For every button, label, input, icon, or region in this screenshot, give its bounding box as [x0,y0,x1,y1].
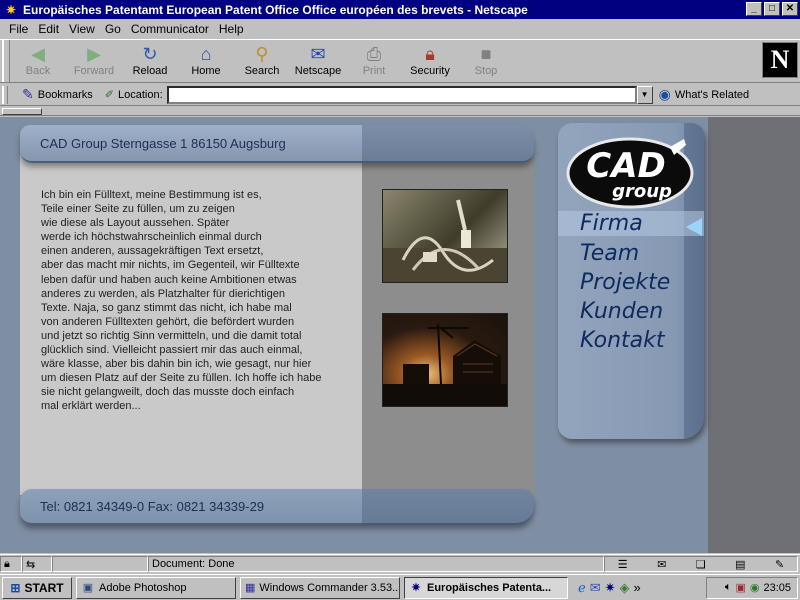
page-margin [708,117,800,553]
system-tray: 🔈︎ ▣ ◉ 23:05 [706,576,798,599]
window-titlebar: ✷ Europäisches Patentamt European Patent… [0,0,800,19]
mail-icon[interactable]: ✉ [657,558,666,571]
company-address: CAD Group Sterngasse 1 86150 Augsburg [40,135,286,151]
progress-cell [52,556,148,572]
bookmarks-icon: ✎ [22,86,34,102]
home-icon: ⌂ [200,43,212,64]
security-lock-icon[interactable]: 🔒︎ [0,556,22,572]
volume-icon[interactable]: 🔈︎ [725,581,732,594]
toolbar-collapse-tab[interactable] [2,108,42,115]
netscape-quick-icon[interactable]: ✷ [605,580,616,596]
component-bar: ☰ ✉ ❏ ▤ ✎ [604,556,798,572]
nav-item-projekte[interactable]: Projekte [580,270,670,295]
quick-launch-more[interactable]: » [634,580,641,595]
location-input[interactable] [166,85,637,104]
back-button[interactable]: ◀ Back [10,40,66,80]
forward-icon: ▶ [87,43,101,64]
close-button[interactable]: ✕ [782,2,798,16]
menu-view[interactable]: View [64,22,100,36]
security-button[interactable]: 🔒︎ Security [402,40,458,80]
window-controls: _ □ ✕ [746,2,798,16]
menu-go[interactable]: Go [100,22,126,36]
netscape-logo[interactable]: N [762,42,798,78]
photoshop-icon: ▣ [82,582,94,594]
stop-icon: ■ [480,43,492,64]
cad-group-logo[interactable]: CAD group [566,133,694,213]
back-icon: ◀ [31,43,45,64]
netscape-button[interactable]: ✉ Netscape [290,40,346,80]
windows-logo-icon: ⊞ [10,580,21,595]
outlook-icon[interactable]: ✉ [590,580,601,596]
location-label: ✐ Location: [104,88,163,102]
quick-launch: ℯ ✉ ✷ ◈ » [578,580,641,596]
contact-bar: Tel: 0821 34349-0 Fax: 0821 34339-29 [20,489,534,525]
collapsed-toolbar-strip [0,107,800,116]
network-icon[interactable]: ◉ [750,581,760,594]
filler-text: Ich bin ein Fülltext, meine Bestimmung i… [41,189,322,413]
menu-help[interactable]: Help [214,22,249,36]
composer-icon[interactable]: ✎ [775,558,784,571]
stop-button[interactable]: ■ Stop [458,40,514,80]
location-dropdown-button[interactable]: ▼ [636,85,653,104]
page-proxy-icon[interactable]: ✐ [105,88,114,101]
menu-bar: File Edit View Go Communicator Help [0,19,800,38]
maximize-button[interactable]: □ [764,2,780,16]
svg-text:group: group [612,181,672,202]
page-viewport: CAD Group Sterngasse 1 86150 Augsburg Ic… [0,117,800,553]
netscape-task-icon: ✷ [411,582,421,594]
status-text: Document: Done [148,556,604,572]
menu-edit[interactable]: Edit [33,22,64,36]
security-icon: 🔒︎ [425,43,435,64]
reload-icon: ↻ [142,43,158,64]
minimize-button[interactable]: _ [746,2,762,16]
nav-item-kontakt[interactable]: Kontakt [580,328,665,353]
status-bar: 🔒︎ ⇆ Document: Done ☰ ✉ ❏ ▤ ✎ [0,554,800,573]
netscape-icon: ✉ [310,43,326,64]
task-netscape[interactable]: ✷ Europäisches Patenta... [404,576,568,599]
start-button[interactable]: ⊞ START [2,576,72,599]
floppy-icon: ▦ [245,582,256,594]
address-book-icon[interactable]: ▤ [735,558,745,571]
location-grip[interactable] [2,85,8,104]
navigation-toolbar: ◀ Back ▶ Forward ↻ Reload ⌂ Home ⚲ Searc… [0,39,800,83]
windows-taskbar: ⊞ START ▣ Adobe Photoshop ▦ Windows Comm… [0,574,800,600]
reload-button[interactable]: ↻ Reload [122,40,178,80]
toolbar-grip[interactable] [2,40,10,82]
address-bar: CAD Group Sterngasse 1 86150 Augsburg [20,125,534,163]
task-adobe-photoshop[interactable]: ▣ Adobe Photoshop [76,576,236,599]
bookmarks-button[interactable]: ✎ Bookmarks [22,86,93,103]
site-navigation: CAD group Firma Team Projekte Kunden Kon… [558,123,704,439]
connection-icon: ⇆ [22,556,52,572]
menu-file[interactable]: File [4,22,33,36]
location-toolbar: ✎ Bookmarks ✐ Location: ▼ ◉ What's Relat… [0,84,800,106]
print-button[interactable]: ⎙ Print [346,40,402,80]
construction-photo [382,313,508,407]
cables-photo [382,189,508,283]
menu-communicator[interactable]: Communicator [126,22,214,36]
forward-button[interactable]: ▶ Forward [66,40,122,80]
svg-text:CAD: CAD [586,146,666,186]
channels-icon[interactable]: ◈ [620,580,630,596]
newsgroups-icon[interactable]: ❏ [696,558,706,571]
window-title: Europäisches Patentamt European Patent O… [23,2,528,17]
whats-related-icon: ◉ [658,86,671,102]
netscape-window-icon[interactable]: ✷ [4,3,18,17]
content-card: CAD Group Sterngasse 1 86150 Augsburg Ic… [20,125,534,527]
clock-time[interactable]: 23:05 [763,582,791,594]
print-icon: ⎙ [366,43,382,64]
display-icon[interactable]: ▣ [735,581,745,594]
contact-phone-fax: Tel: 0821 34349-0 Fax: 0821 34339-29 [40,498,265,514]
whats-related-button[interactable]: ◉ What's Related [659,86,749,103]
navigator-icon[interactable]: ☰ [618,558,628,571]
nav-item-firma[interactable]: Firma [558,211,704,236]
task-windows-commander[interactable]: ▦ Windows Commander 3.53... [240,576,400,599]
nav-item-kunden[interactable]: Kunden [580,299,663,324]
active-arrow-icon [686,218,702,236]
nav-item-team[interactable]: Team [580,241,639,266]
home-button[interactable]: ⌂ Home [178,40,234,80]
internet-explorer-icon[interactable]: ℯ [578,580,586,596]
search-icon: ⚲ [255,43,269,64]
search-button[interactable]: ⚲ Search [234,40,290,80]
